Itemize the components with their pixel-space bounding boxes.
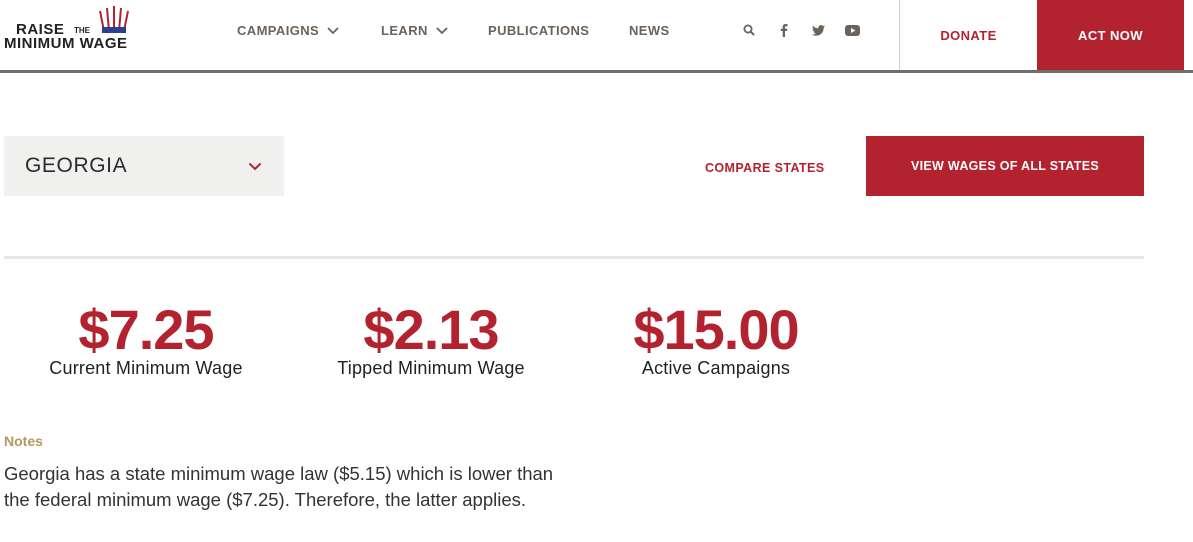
site-logo[interactable]: RAISE THE MINIMUM WAGE [4,5,169,53]
view-all-states-button[interactable]: VIEW WAGES OF ALL STATES [866,136,1144,196]
nav-learn[interactable]: LEARN [381,23,448,38]
notes-heading: Notes [4,433,43,449]
nav-campaigns-label: CAMPAIGNS [237,23,320,38]
notes-text: Georgia has a state minimum wage law ($5… [4,463,554,510]
nav-publications[interactable]: PUBLICATIONS [488,23,589,38]
stat-label: Current Minimum Wage [49,358,243,378]
header-bottom-rule [0,70,1193,73]
act-now-button[interactable]: ACT NOW [1037,0,1184,70]
search-icon[interactable] [741,22,757,38]
logo-graphic-icon [99,6,129,33]
stat-value: $15.00 [633,298,799,361]
youtube-icon[interactable] [844,22,860,38]
chevron-down-icon [436,26,448,34]
nav-learn-label: LEARN [381,23,428,38]
stat-label: Tipped Minimum Wage [337,358,525,378]
nav-campaigns[interactable]: CAMPAIGNS [237,23,339,38]
logo-minimum-wage-text: MINIMUM WAGE [4,35,128,52]
twitter-icon[interactable] [810,22,826,38]
section-divider [4,256,1144,259]
site-header: RAISE THE MINIMUM WAGE CAMPAIGNS LEARN P… [0,0,1193,73]
stat-tipped-minimum-wage: $2.13 Tipped Minimum Wage [321,298,541,378]
chevron-down-icon [248,162,262,171]
nav-news-label: NEWS [629,23,670,38]
stat-active-campaigns: $15.00 Active Campaigns [606,298,826,378]
stat-value: $2.13 [363,298,499,361]
state-select-dropdown[interactable]: GEORGIA [4,136,284,196]
stat-current-minimum-wage: $7.25 Current Minimum Wage [36,298,256,378]
facebook-icon[interactable] [776,22,792,38]
donate-button[interactable]: DONATE [900,0,1037,70]
selected-state-value: GEORGIA [25,154,128,177]
compare-states-link[interactable]: COMPARE STATES [705,161,825,175]
nav-publications-label: PUBLICATIONS [488,23,590,38]
chevron-down-icon [327,26,339,34]
stat-value: $7.25 [78,298,214,361]
logo-the-text: THE [74,26,90,35]
nav-news[interactable]: NEWS [629,23,670,38]
